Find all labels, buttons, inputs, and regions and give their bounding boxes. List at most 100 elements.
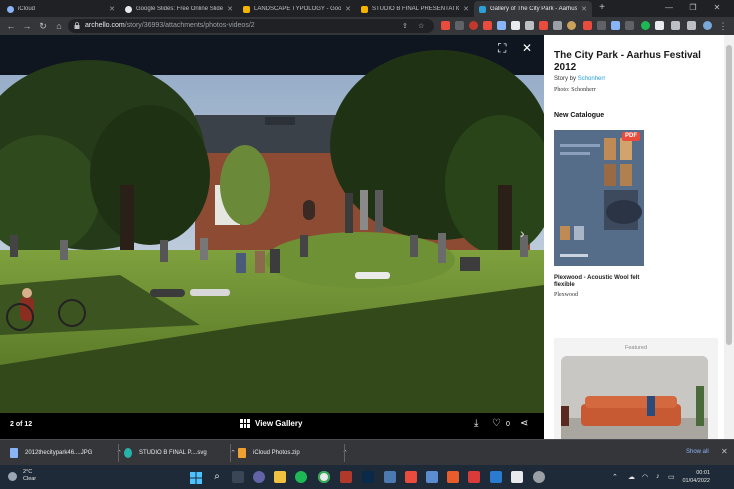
close-viewer-button[interactable]: ✕ bbox=[522, 41, 532, 55]
scrollbar-thumb[interactable] bbox=[726, 45, 732, 345]
home-button[interactable]: ⌂ bbox=[52, 19, 66, 33]
spotify-icon[interactable] bbox=[295, 471, 307, 483]
catalogue-name[interactable]: Plexwood - Acoustic Wool felt flexible bbox=[554, 275, 654, 289]
chevron-up-icon[interactable]: ⌃ bbox=[342, 449, 348, 457]
new-catalogue-heading: New Catalogue bbox=[554, 112, 605, 119]
chrome-icon[interactable] bbox=[318, 471, 330, 483]
chevron-up-icon[interactable]: ⌃ bbox=[116, 449, 122, 457]
extension-icon[interactable] bbox=[469, 21, 478, 30]
extension-icon[interactable] bbox=[655, 21, 664, 30]
chat-icon[interactable] bbox=[253, 471, 265, 483]
share-icon[interactable]: ⋖ bbox=[520, 418, 528, 429]
chevron-up-icon[interactable]: ⌃ bbox=[230, 449, 236, 457]
extension-icon[interactable] bbox=[611, 21, 620, 30]
app-icon[interactable] bbox=[533, 471, 545, 483]
fullscreen-icon[interactable]: ⛶ bbox=[498, 41, 506, 56]
tab-studio-b[interactable]: STUDIO B FINAL PRESENTATION - G ✕ bbox=[356, 1, 474, 17]
close-icon[interactable]: ✕ bbox=[345, 5, 351, 13]
show-all-button[interactable]: Show all bbox=[686, 449, 709, 455]
wifi-icon[interactable]: ◠ bbox=[642, 473, 648, 481]
divider bbox=[230, 444, 231, 462]
browser-toolbar: ← → ↻ ⌂ archello.com/story/36993/attachm… bbox=[0, 17, 734, 35]
weather-widget[interactable]: 2°C Clear bbox=[8, 469, 36, 483]
search-icon[interactable]: ⌕ bbox=[211, 471, 223, 483]
extension-icon[interactable] bbox=[597, 21, 606, 30]
extension-icon[interactable] bbox=[455, 21, 464, 30]
svg-file-icon bbox=[124, 448, 132, 458]
catalogue-brand[interactable]: Plexwood bbox=[554, 292, 578, 298]
close-download-bar-button[interactable]: ✕ bbox=[721, 447, 728, 456]
start-button[interactable] bbox=[190, 471, 202, 484]
new-tab-button[interactable]: + bbox=[596, 2, 608, 14]
system-clock[interactable]: 00:01 01/04/2022 bbox=[680, 469, 710, 485]
onedrive-icon[interactable]: ☁ bbox=[628, 473, 635, 481]
file-explorer-icon[interactable] bbox=[274, 471, 286, 483]
app-icon[interactable] bbox=[340, 471, 352, 483]
download-icon[interactable]: ⤓ bbox=[474, 418, 478, 429]
volume-icon[interactable]: ♪ bbox=[656, 473, 660, 480]
next-photo-arrow-icon[interactable]: › bbox=[520, 225, 525, 241]
reload-button[interactable]: ↻ bbox=[36, 19, 50, 33]
share-icon[interactable]: ⇪ bbox=[402, 22, 408, 30]
app-icon[interactable] bbox=[468, 471, 480, 483]
tab-icloud[interactable]: iCloud ✕ bbox=[2, 1, 120, 17]
forward-button[interactable]: → bbox=[20, 19, 34, 33]
restore-button[interactable]: ❐ bbox=[682, 1, 704, 15]
battery-icon[interactable]: ▭ bbox=[668, 473, 675, 481]
extension-icon[interactable] bbox=[539, 21, 548, 30]
author-link[interactable]: Schonherr bbox=[578, 76, 606, 82]
image-file-icon bbox=[10, 448, 18, 458]
story-byline: Story by Schonherr bbox=[554, 76, 606, 82]
chevron-up-icon[interactable]: ⌃ bbox=[612, 473, 618, 481]
heart-icon[interactable]: ♡ bbox=[492, 418, 501, 429]
close-icon[interactable]: ✕ bbox=[227, 5, 233, 13]
app-icon[interactable] bbox=[405, 471, 417, 483]
close-icon[interactable]: ✕ bbox=[463, 5, 469, 13]
extension-icon[interactable] bbox=[511, 21, 520, 30]
archello-icon bbox=[479, 5, 486, 13]
download-filename: 2012thecitypark46....JPG bbox=[25, 450, 93, 456]
download-item[interactable]: 2012thecitypark46....JPG ⌃ bbox=[10, 440, 122, 466]
extension-icon[interactable] bbox=[553, 21, 562, 30]
download-item[interactable]: STUDIO B FINAL P....svg ⌃ bbox=[124, 440, 236, 466]
extension-icon[interactable] bbox=[441, 21, 450, 30]
address-bar[interactable]: archello.com/story/36993/attachments/pho… bbox=[68, 19, 434, 33]
tab-google-slides[interactable]: Google Slides: Free Online Slidesh ✕ bbox=[120, 1, 238, 17]
photo-counter: 2 of 12 bbox=[10, 421, 33, 428]
app-icon[interactable] bbox=[511, 471, 523, 483]
task-view-icon[interactable] bbox=[232, 471, 244, 483]
scrollbar[interactable] bbox=[724, 35, 734, 439]
close-icon[interactable]: ✕ bbox=[581, 5, 587, 13]
download-item[interactable]: iCloud Photos.zip ⌃ bbox=[238, 440, 348, 466]
bookmark-star-icon[interactable]: ☆ bbox=[418, 22, 424, 30]
minimize-button[interactable]: — bbox=[658, 1, 680, 15]
mail-icon[interactable] bbox=[490, 471, 502, 483]
catalogue-image bbox=[554, 130, 644, 266]
extension-icon[interactable] bbox=[625, 21, 634, 30]
extension-icon[interactable] bbox=[583, 21, 592, 30]
media-icon[interactable] bbox=[687, 21, 696, 30]
icloud-icon bbox=[7, 5, 14, 13]
menu-icon[interactable]: ⋮ bbox=[716, 19, 730, 33]
extension-icon[interactable] bbox=[497, 21, 506, 30]
photoshop-icon[interactable] bbox=[362, 471, 374, 483]
app-icon[interactable] bbox=[384, 471, 396, 483]
extension-icon[interactable] bbox=[641, 21, 650, 30]
featured-card[interactable]: Featured bbox=[554, 338, 718, 439]
puzzle-icon[interactable] bbox=[671, 21, 680, 30]
catalogue-cover[interactable]: PDF bbox=[554, 130, 644, 266]
extension-icon[interactable] bbox=[567, 21, 576, 30]
back-button[interactable]: ← bbox=[4, 19, 18, 33]
app-icon[interactable] bbox=[447, 471, 459, 483]
gallery-photo: ⛶ ✕ › bbox=[0, 35, 544, 413]
view-gallery-button[interactable]: View Gallery bbox=[240, 419, 302, 428]
close-icon[interactable]: ✕ bbox=[109, 5, 115, 13]
app-icon[interactable] bbox=[426, 471, 438, 483]
tab-city-park-gallery[interactable]: Gallery of The City Park - Aarhus ✕ bbox=[474, 1, 592, 17]
window-close-button[interactable]: ✕ bbox=[706, 1, 728, 15]
tab-landscape-typology[interactable]: LANDSCAPE TYPOLOGY - Google S ✕ bbox=[238, 1, 356, 17]
extension-icon[interactable] bbox=[525, 21, 534, 30]
extension-icon[interactable] bbox=[483, 21, 492, 30]
avatar[interactable] bbox=[703, 21, 712, 30]
weather-temp: 2°C bbox=[23, 469, 33, 475]
